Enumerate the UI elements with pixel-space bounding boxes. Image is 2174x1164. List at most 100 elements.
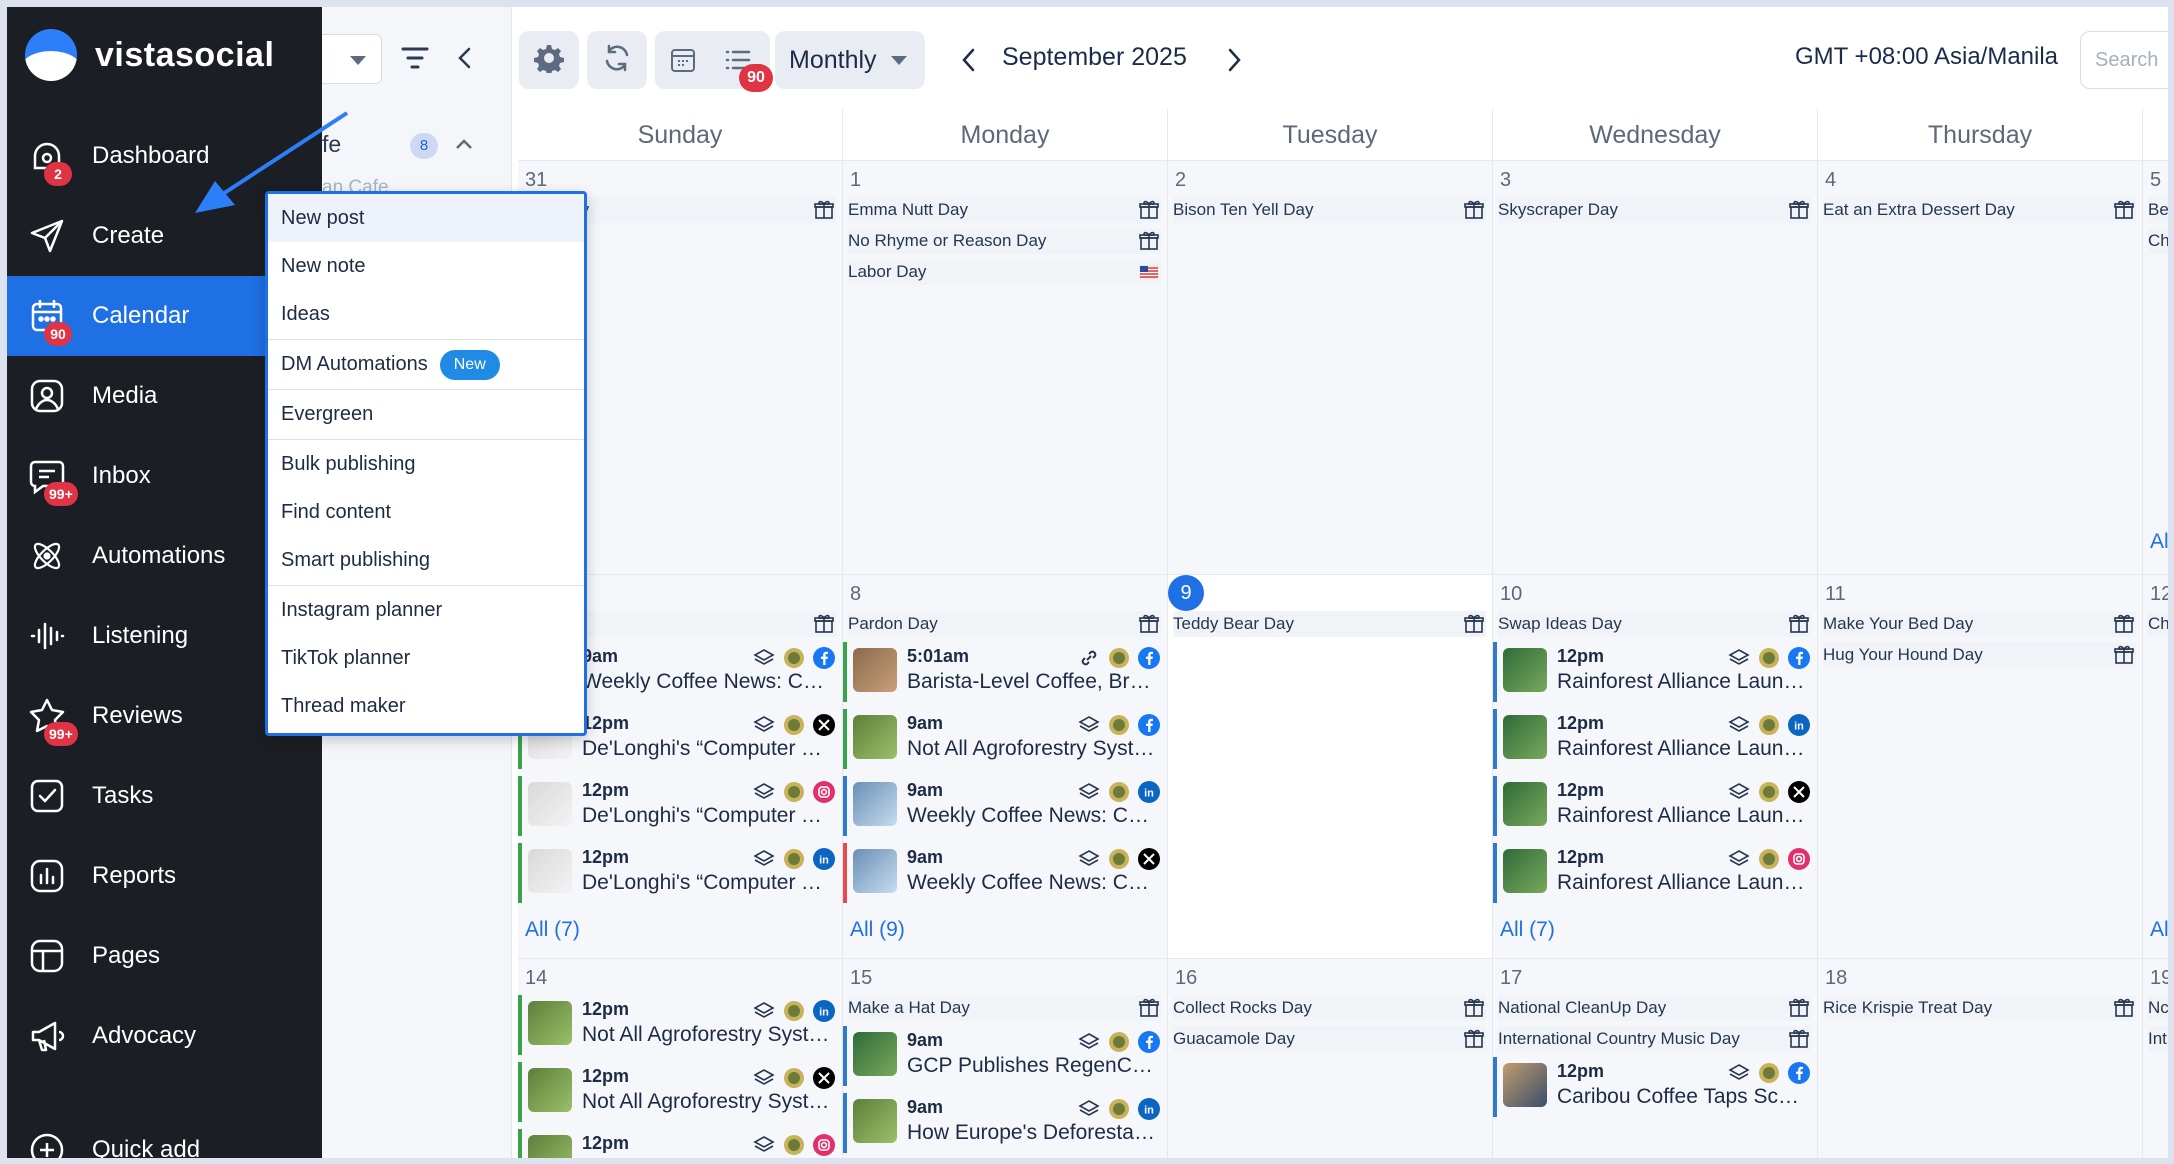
- scheduled-post[interactable]: 9am How Europe's Deforestati... in: [843, 1093, 1161, 1153]
- holiday-event[interactable]: Pardon Day: [848, 611, 1161, 637]
- day-cell[interactable]: 9 Teddy Bear Day: [1168, 575, 1493, 959]
- post-thumbnail: [528, 1068, 572, 1112]
- day-cell[interactable]: 4 Eat an Extra Dessert Day: [1818, 161, 2143, 575]
- sidebar-item-advocacy[interactable]: Advocacy: [7, 996, 322, 1076]
- day-cell[interactable]: 10 Swap Ideas Day 12pm Rainforest Alliance …: [1493, 575, 1818, 959]
- menu-item-ideas[interactable]: Ideas: [268, 290, 584, 338]
- scheduled-post[interactable]: 12pm Rainforest Alliance Launc...: [1493, 843, 1811, 903]
- layers-icon: [752, 713, 776, 737]
- menu-item-smart-publishing[interactable]: Smart publishing: [268, 536, 584, 584]
- brand-name: vistasocial: [95, 35, 275, 74]
- scheduled-post[interactable]: 12pm Rainforest Alliance Launc...: [1493, 776, 1811, 836]
- holiday-event[interactable]: Emma Nutt Day: [848, 197, 1161, 223]
- refresh-button[interactable]: [587, 31, 647, 89]
- brand-logo[interactable]: vistasocial: [25, 27, 274, 83]
- sidebar-item-label: Create: [92, 222, 165, 249]
- post-icons: [1727, 847, 1811, 871]
- holiday-event[interactable]: Guacamole Day: [1173, 1026, 1486, 1052]
- day-cell[interactable]: 3 Skyscraper Day: [1493, 161, 1818, 575]
- day-cell[interactable]: 2 Bison Ten Yell Day: [1168, 161, 1493, 575]
- holiday-event[interactable]: Labor Day: [848, 259, 1161, 285]
- post-icons: in: [1077, 1097, 1161, 1121]
- menu-item-new-note[interactable]: New note: [268, 242, 584, 290]
- day-cell[interactable]: 15 Make a Hat Day 9am GCP Publishes RegenCo…: [843, 959, 1168, 1158]
- view-mode-select[interactable]: Monthly: [775, 31, 925, 89]
- holiday-event[interactable]: Rice Krispie Treat Day: [1823, 995, 2136, 1021]
- day-cell[interactable]: 16 Collect Rocks Day Guacamole Day: [1168, 959, 1493, 1158]
- menu-item-dm-automations[interactable]: DM Automations New: [268, 340, 584, 388]
- show-all-link[interactable]: All (7): [525, 918, 580, 942]
- next-month-button[interactable]: [1222, 45, 1246, 75]
- holiday-event[interactable]: Make a Hat Day: [848, 995, 1161, 1021]
- profile-group-dropdown[interactable]: [322, 34, 382, 84]
- day-cell[interactable]: 1 Emma Nutt Day No Rhyme or Reason Day Labo…: [843, 161, 1168, 575]
- settings-button[interactable]: [519, 31, 579, 89]
- scheduled-post[interactable]: 12pm Rainforest Alliance Launc...: [1493, 642, 1811, 702]
- day-cell[interactable]: 12 Ch Al: [2143, 575, 2168, 959]
- prev-month-button[interactable]: [957, 45, 981, 75]
- show-all-link[interactable]: All: [2150, 530, 2168, 554]
- holiday-event[interactable]: Ch: [2148, 611, 2168, 637]
- holiday-event[interactable]: Nc: [2148, 995, 2168, 1021]
- sidebar-item-reports[interactable]: Reports: [7, 836, 322, 916]
- holiday-event[interactable]: Teddy Bear Day: [1173, 611, 1486, 637]
- scheduled-post[interactable]: 9am Not All Agroforestry Syste...: [843, 709, 1161, 769]
- calendar-view-icon[interactable]: [668, 45, 698, 80]
- menu-item-evergreen[interactable]: Evergreen: [268, 390, 584, 438]
- menu-item-new-post[interactable]: New post: [268, 194, 584, 242]
- day-cell[interactable]: 8 Pardon Day 5:01am Barista-Level Coffee, B…: [843, 575, 1168, 959]
- search-input[interactable]: Search: [2080, 31, 2168, 89]
- holiday-event[interactable]: No Rhyme or Reason Day: [848, 228, 1161, 254]
- timezone-label[interactable]: GMT +08:00 Asia/Manila: [1795, 43, 2058, 71]
- plus-circle-icon: [27, 1130, 67, 1158]
- holiday-event[interactable]: Int: [2148, 1026, 2168, 1052]
- holiday-event[interactable]: International Country Music Day: [1498, 1026, 1811, 1052]
- menu-item-bulk-publishing[interactable]: Bulk publishing: [268, 440, 584, 488]
- scheduled-post[interactable]: 12pm De'Longhi's “Computer Th... in: [518, 843, 836, 903]
- post-icons: [752, 646, 836, 670]
- scheduled-post[interactable]: 12pm Not All Agroforestry Syste... in: [518, 995, 836, 1055]
- scheduled-post[interactable]: 12pm: [518, 1129, 836, 1158]
- sidebar-item-tasks[interactable]: Tasks: [7, 756, 322, 836]
- holiday-event[interactable]: Eat an Extra Dessert Day: [1823, 197, 2136, 223]
- menu-item-instagram-planner[interactable]: Instagram planner: [268, 586, 584, 634]
- day-cell[interactable]: 5 Be Ch All: [2143, 161, 2168, 575]
- chevron-up-icon[interactable]: [455, 137, 473, 151]
- show-all-link[interactable]: All (9): [850, 918, 905, 942]
- menu-item-tiktok-planner[interactable]: TikTok planner: [268, 634, 584, 682]
- scheduled-post[interactable]: 12pm Not All Agroforestry Syste...: [518, 1062, 836, 1122]
- holiday-event[interactable]: Make Your Bed Day: [1823, 611, 2136, 637]
- scheduled-post[interactable]: 12pm Caribou Coffee Taps Scot...: [1493, 1057, 1811, 1117]
- holiday-name: Pardon Day: [848, 614, 938, 633]
- holiday-event[interactable]: Bison Ten Yell Day: [1173, 197, 1486, 223]
- menu-item-find-content[interactable]: Find content: [268, 488, 584, 536]
- holiday-event[interactable]: Hug Your Hound Day: [1823, 642, 2136, 668]
- day-cell[interactable]: 17 National CleanUp Day International Coun…: [1493, 959, 1818, 1158]
- post-time: 9am: [907, 1097, 944, 1117]
- day-cell[interactable]: 14 12pm Not All Agroforestry Syste... in 12p…: [518, 959, 843, 1158]
- holiday-event[interactable]: Swap Ideas Day: [1498, 611, 1811, 637]
- scheduled-post[interactable]: 9am Weekly Coffee News: Coff...: [843, 843, 1161, 903]
- day-cell[interactable]: 18 Rice Krispie Treat Day: [1818, 959, 2143, 1158]
- holiday-name: Skyscraper Day: [1498, 200, 1618, 219]
- scheduled-post[interactable]: 12pm De'Longhi's “Computer Th...: [518, 776, 836, 836]
- holiday-event[interactable]: Collect Rocks Day: [1173, 995, 1486, 1021]
- filter-icon[interactable]: [400, 45, 430, 71]
- holiday-event[interactable]: National CleanUp Day: [1498, 995, 1811, 1021]
- scheduled-post[interactable]: 9am GCP Publishes RegenCoff...: [843, 1026, 1161, 1086]
- menu-item-thread-maker[interactable]: Thread maker: [268, 682, 584, 730]
- holiday-event[interactable]: Skyscraper Day: [1498, 197, 1811, 223]
- holiday-event[interactable]: Ch: [2148, 228, 2168, 254]
- show-all-link[interactable]: Al: [2150, 918, 2168, 942]
- chevron-left-icon[interactable]: [452, 45, 478, 71]
- sidebar-item-quick-add[interactable]: Quick add: [7, 1110, 322, 1158]
- scheduled-post[interactable]: 5:01am Barista-Level Coffee, Bre...: [843, 642, 1161, 702]
- day-cell[interactable]: 19 Nc Int: [2143, 959, 2168, 1158]
- holiday-event[interactable]: Be: [2148, 197, 2168, 223]
- scheduled-post[interactable]: 12pm Rainforest Alliance Launc... in: [1493, 709, 1811, 769]
- post-icons: [1727, 780, 1811, 804]
- show-all-link[interactable]: All (7): [1500, 918, 1555, 942]
- day-cell[interactable]: 11 Make Your Bed Day Hug Your Hound Day: [1818, 575, 2143, 959]
- sidebar-item-pages[interactable]: Pages: [7, 916, 322, 996]
- scheduled-post[interactable]: 9am Weekly Coffee News: Coff... in: [843, 776, 1161, 836]
